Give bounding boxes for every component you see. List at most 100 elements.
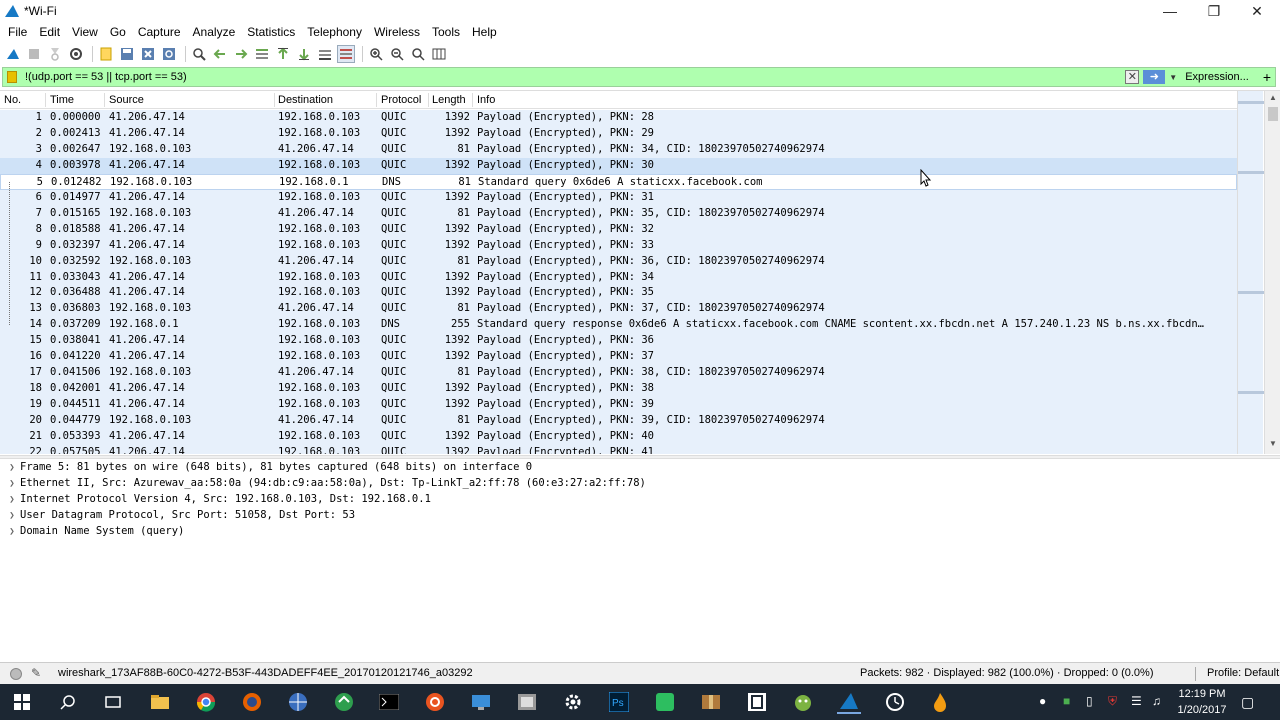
scroll-thumb[interactable] [1268, 107, 1278, 121]
column-info[interactable]: Info [477, 94, 495, 106]
packet-minimap[interactable] [1237, 91, 1264, 454]
expand-arrow-icon[interactable]: ❯ [4, 511, 20, 521]
start-capture-icon[interactable] [4, 45, 22, 63]
expert-info-icon[interactable] [10, 668, 22, 680]
scroll-down-icon[interactable]: ▼ [1265, 439, 1280, 453]
filter-bookmark-icon[interactable] [7, 71, 17, 83]
system-clock[interactable]: 12:19 PM 1/20/2017 [1172, 686, 1232, 718]
packet-row[interactable]: 15 0.038041 41.206.47.14 192.168.0.103 QUIC 1… [0, 333, 1237, 350]
search-icon[interactable] [56, 690, 80, 714]
menu-file[interactable]: File [2, 25, 33, 39]
expand-arrow-icon[interactable]: ❯ [4, 479, 20, 489]
chrome-icon[interactable] [194, 690, 218, 714]
menu-view[interactable]: View [66, 25, 104, 39]
clear-filter-icon[interactable]: ✕ [1125, 70, 1140, 84]
detail-tree-item[interactable]: ❯ User Datagram Protocol, Src Port: 51058… [4, 509, 355, 525]
column-length[interactable]: Length [432, 94, 466, 106]
packet-row[interactable]: 5 0.012482 192.168.0.103 192.168.0.1 DNS 81 St… [0, 173, 1237, 190]
packet-row[interactable]: 8 0.018588 41.206.47.14 192.168.0.103 QUIC 13… [0, 221, 1237, 238]
menu-help[interactable]: Help [466, 25, 503, 39]
restore-button[interactable]: ❐ [1192, 0, 1236, 22]
first-packet-icon[interactable] [274, 45, 292, 63]
find-packet-icon[interactable] [190, 45, 208, 63]
resize-columns-icon[interactable] [430, 45, 448, 63]
packet-row[interactable]: 6 0.014977 41.206.47.14 192.168.0.103 QUIC 13… [0, 189, 1237, 206]
close-window-button[interactable]: ✕ [1235, 0, 1279, 22]
packet-row[interactable]: 12 0.036488 41.206.47.14 192.168.0.103 QUIC 1… [0, 285, 1237, 302]
packet-row[interactable]: 18 0.042001 41.206.47.14 192.168.0.103 QUIC 1… [0, 381, 1237, 398]
packet-row[interactable]: 1 0.000000 41.206.47.14 192.168.0.103 QUIC 13… [0, 110, 1237, 126]
bracket-app-icon[interactable] [745, 690, 769, 714]
column-no[interactable]: No. [4, 94, 21, 106]
restart-capture-icon[interactable] [46, 45, 64, 63]
autoscroll-icon[interactable] [316, 45, 334, 63]
column-divider[interactable] [428, 93, 429, 107]
app-globe-icon[interactable] [286, 690, 310, 714]
menu-capture[interactable]: Capture [132, 25, 187, 39]
tray-green-icon[interactable]: ■ [1063, 694, 1070, 708]
evernote-icon[interactable] [653, 690, 677, 714]
packet-row[interactable]: 14 0.037209 192.168.0.1 192.168.0.103 DNS 255… [0, 317, 1237, 334]
zoom-out-icon[interactable] [388, 45, 406, 63]
expand-arrow-icon[interactable]: ❯ [4, 495, 20, 505]
packet-row[interactable]: 7 0.015165 192.168.0.103 41.206.47.14 QUIC 81… [0, 205, 1237, 222]
minimize-button[interactable]: — [1148, 0, 1192, 22]
edit-comment-icon[interactable]: ✎ [31, 666, 41, 680]
scroll-up-icon[interactable]: ▲ [1265, 93, 1280, 107]
ubuntu-icon[interactable] [423, 690, 447, 714]
column-source[interactable]: Source [109, 94, 144, 106]
display-filter-input[interactable]: !(udp.port == 53 || tcp.port == 53) [25, 71, 187, 83]
save-file-icon[interactable] [118, 45, 136, 63]
apply-filter-icon[interactable]: ➜ [1143, 70, 1166, 84]
pane-splitter[interactable] [0, 455, 1280, 459]
tray-app-icon[interactable]: ● [1039, 694, 1046, 708]
reload-file-icon[interactable] [160, 45, 178, 63]
windows-start-icon[interactable] [10, 690, 34, 714]
timer-app-icon[interactable] [883, 690, 907, 714]
normal-size-icon[interactable] [409, 45, 427, 63]
remote-desktop-icon[interactable] [469, 690, 493, 714]
column-protocol[interactable]: Protocol [381, 94, 421, 106]
column-time[interactable]: Time [50, 94, 74, 106]
android-icon[interactable] [791, 690, 815, 714]
task-view-icon[interactable] [101, 690, 125, 714]
packet-row[interactable]: 20 0.044779 192.168.0.103 41.206.47.14 QUIC 8… [0, 413, 1237, 430]
stop-capture-icon[interactable] [25, 45, 43, 63]
archive-app-icon[interactable] [699, 690, 723, 714]
photoshop-icon[interactable]: Ps [607, 690, 631, 714]
fire-app-icon[interactable] [928, 690, 952, 714]
expand-arrow-icon[interactable]: ❯ [4, 527, 20, 537]
go-forward-icon[interactable] [232, 45, 250, 63]
packet-row[interactable]: 17 0.041506 192.168.0.103 41.206.47.14 QUIC 8… [0, 365, 1237, 382]
menu-statistics[interactable]: Statistics [241, 25, 301, 39]
add-filter-button[interactable]: + [1263, 69, 1271, 85]
column-divider[interactable] [45, 93, 46, 107]
network-icon[interactable]: ☰ [1131, 694, 1142, 708]
volume-icon[interactable]: ♫ [1152, 694, 1161, 708]
action-center-icon[interactable]: ▢ [1241, 694, 1254, 711]
menu-telephony[interactable]: Telephony [301, 25, 368, 39]
file-explorer-icon[interactable] [148, 690, 172, 714]
sync-app-icon[interactable] [332, 690, 356, 714]
packet-row[interactable]: 9 0.032397 41.206.47.14 192.168.0.103 QUIC 13… [0, 237, 1237, 254]
menu-edit[interactable]: Edit [33, 25, 66, 39]
detail-tree-item[interactable]: ❯ Internet Protocol Version 4, Src: 192.1… [4, 493, 431, 509]
column-divider[interactable] [104, 93, 105, 107]
packet-row[interactable]: 2 0.002413 41.206.47.14 192.168.0.103 QUIC 13… [0, 125, 1237, 142]
open-file-icon[interactable] [97, 45, 115, 63]
menu-go[interactable]: Go [104, 25, 132, 39]
close-file-icon[interactable] [139, 45, 157, 63]
last-packet-icon[interactable] [295, 45, 313, 63]
packet-row[interactable]: 19 0.044511 41.206.47.14 192.168.0.103 QUIC 1… [0, 397, 1237, 414]
column-divider[interactable] [274, 93, 275, 107]
packet-row[interactable]: 16 0.041220 41.206.47.14 192.168.0.103 QUIC 1… [0, 349, 1237, 366]
packet-row[interactable]: 3 0.002647 192.168.0.103 41.206.47.14 QUIC 81… [0, 141, 1237, 158]
zoom-in-icon[interactable] [367, 45, 385, 63]
detail-tree-item[interactable]: ❯ Frame 5: 81 bytes on wire (648 bits), 8… [4, 461, 532, 477]
capture-options-icon[interactable] [67, 45, 85, 63]
column-destination[interactable]: Destination [278, 94, 333, 106]
packet-row[interactable]: 11 0.033043 41.206.47.14 192.168.0.103 QUIC 1… [0, 269, 1237, 286]
filter-history-dropdown-icon[interactable]: ▼ [1169, 73, 1177, 82]
detail-tree-item[interactable]: ❯ Domain Name System (query) [4, 525, 184, 541]
go-back-icon[interactable] [211, 45, 229, 63]
